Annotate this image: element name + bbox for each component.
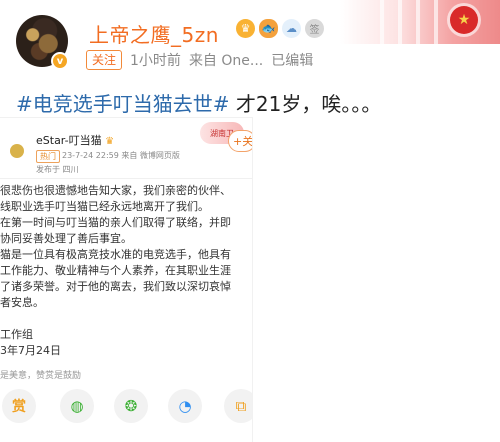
follow-tag[interactable]: 关注 [86,50,123,70]
post-time: 1小时前 [130,53,181,69]
banner-column [434,0,438,44]
embedded-text-line: 了诸多荣誉。对于他的离去，我们致以深切哀悼 [0,280,231,293]
emblem-icon: ★ [450,6,478,34]
embedded-text-line: 协同妥善处理了善后事宜。 [0,232,132,245]
embedded-text-line: 工作能力、敬业精神与个人素养，在其职业生涯 [0,264,231,277]
banner-column [416,0,420,44]
embedded-text-line: 很悲伤也很遗憾地告知大家，我们亲密的伙伴、 [0,184,231,197]
embedded-account-name-text: eStar-叮当猫 [36,134,102,147]
embedded-text-line: 在第一时间与叮当猫的亲人们取得了联络，并即 [0,216,231,229]
crown-icon: ♛ [105,136,115,147]
embedded-screenshot[interactable]: eStar-叮当猫 ♛ 热门 23-7-24 22:59 来自 微博网页版 发布… [0,118,252,442]
fish-badge-icon: 🐟 [259,19,278,38]
embedded-time: 23-7-24 22:59 来自 微博网页版 [62,151,180,160]
share-bar: 赏 ◍ ❂ ◔ ⧉ [0,389,252,429]
embedded-location: 发布于 四川 [36,165,79,174]
more-share-icon: ⧉ [224,389,252,423]
hashtag-link[interactable]: #电竞选手叮当猫去世# [16,92,230,116]
embedded-text-line: 者安息。 [0,296,44,309]
embedded-avatar [10,144,24,158]
embedded-text-line: 3年7月24日 [0,344,61,357]
header-banner: ★ [340,0,500,44]
embedded-follow-button: +关 [228,130,252,152]
user-badges: ♛ 🐟 ☁ 签 [236,19,324,38]
embedded-hot-tag: 热门 [36,150,60,163]
edited-label: 已编辑 [271,53,314,69]
sign-badge-icon: 签 [305,19,324,38]
username[interactable]: 上帝之鹰_5zn [89,19,219,48]
qq-icon: ◔ [168,389,202,423]
reward-hint: 是美意，赞赏是鼓励 [0,371,82,381]
crown-badge-icon: ♛ [236,19,255,38]
embedded-account-name: eStar-叮当猫 ♛ [36,132,114,148]
embedded-text-line: 线职业选手叮当猫已经永远地离开了我们。 [0,200,209,213]
banner-column [398,0,402,44]
embedded-text-line: 工作组 [0,328,33,341]
post-body: 才21岁，唉。。。 [229,92,382,116]
post-meta: 关注 1小时前 来自 One... 已编辑 [86,50,313,70]
verified-badge-icon: v [51,52,69,70]
cloud-badge-icon: ☁ [282,19,301,38]
reward-button: 赏 [2,389,36,423]
post-source[interactable]: 来自 One... [189,50,263,70]
embedded-header: eStar-叮当猫 ♛ 热门 23-7-24 22:59 来自 微博网页版 发布… [0,118,252,176]
wechat-icon: ◍ [60,389,94,423]
banner-column [380,0,384,44]
post-text: #电竞选手叮当猫去世# 才21岁，唉。。。 [16,88,381,117]
embedded-text-line: 猫是一位具有极高竞技水准的电竞选手，他具有 [0,248,231,261]
divider [0,178,252,179]
moments-icon: ❂ [114,389,148,423]
